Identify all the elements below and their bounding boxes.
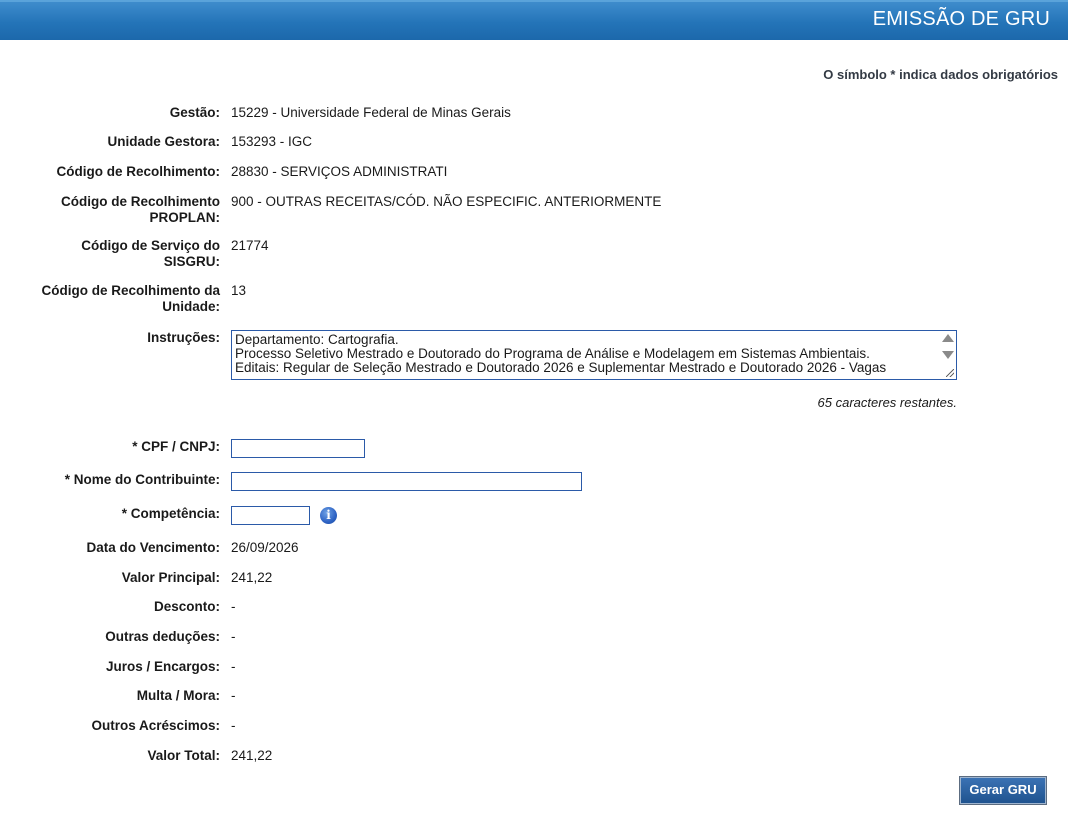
data-vencimento-value: 26/09/2026	[231, 540, 299, 555]
unidade-gestora-value: 153293 - IGC	[231, 134, 313, 149]
instrucoes-text: Departamento: Cartografia. Processo Sele…	[235, 333, 935, 375]
codigo-servico-sisgru-label: Código de Serviço do SISGRU:	[20, 238, 220, 270]
codigo-recolhimento-label: Código de Recolhimento:	[56, 164, 221, 179]
nome-contribuinte-input[interactable]	[231, 472, 582, 491]
outros-acrescimos-value: -	[231, 718, 236, 733]
outros-acrescimos-label: Outros Acréscimos:	[91, 718, 220, 733]
instrucoes-line: Editais: Regular de Seleção Mestrado e D…	[235, 360, 887, 375]
instrucoes-line: Departamento: Cartografia.	[235, 332, 399, 347]
instrucoes-textarea[interactable]: Departamento: Cartografia. Processo Sele…	[231, 330, 957, 380]
cpf-cnpj-input[interactable]	[231, 439, 365, 458]
scroll-down-arrow-icon[interactable]	[942, 351, 954, 359]
scroll-up-arrow-icon[interactable]	[942, 334, 954, 342]
nome-contribuinte-label: * Nome do Contribuinte:	[64, 472, 220, 487]
codigo-recolhimento-proplan-label-line1: Código de Recolhimento	[60, 194, 220, 209]
characters-remaining: 65 caracteres restantes.	[817, 395, 957, 410]
unidade-gestora-label: Unidade Gestora:	[107, 134, 220, 149]
outras-deducoes-label: Outras deduções:	[105, 629, 220, 644]
gerar-gru-button[interactable]: Gerar GRU	[960, 777, 1046, 804]
codigo-servico-sisgru-label-line2: SISGRU:	[163, 254, 220, 269]
codigo-recolhimento-proplan-label-line2: PROPLAN:	[149, 210, 221, 225]
desconto-value: -	[231, 599, 236, 614]
data-vencimento-label: Data do Vencimento:	[86, 540, 220, 555]
required-fields-note: O símbolo * indica dados obrigatórios	[823, 67, 1058, 82]
competencia-input[interactable]	[231, 506, 310, 525]
juros-encargos-value: -	[231, 659, 236, 674]
codigo-recolhimento-proplan-label: Código de Recolhimento PROPLAN:	[20, 194, 220, 226]
gestao-label: Gestão:	[169, 105, 220, 120]
codigo-recolhimento-value: 28830 - SERVIÇOS ADMINISTRATI	[231, 164, 448, 179]
desconto-label: Desconto:	[153, 599, 220, 614]
resize-grip-icon[interactable]	[946, 369, 954, 377]
page-header: EMISSÃO DE GRU	[0, 0, 1068, 40]
info-icon[interactable]: i	[320, 507, 337, 524]
codigo-recolhimento-unidade-label-line1: Código de Recolhimento da	[41, 283, 220, 298]
multa-mora-label: Multa / Mora:	[136, 688, 220, 703]
codigo-servico-sisgru-value: 21774	[231, 238, 269, 253]
valor-total-label: Valor Total:	[147, 748, 220, 763]
codigo-recolhimento-unidade-label: Código de Recolhimento da Unidade:	[20, 283, 220, 315]
competencia-label: * Competência:	[121, 506, 220, 521]
instrucoes-label: Instruções:	[147, 330, 220, 345]
valor-principal-label: Valor Principal:	[121, 570, 220, 585]
cpf-cnpj-label: * CPF / CNPJ:	[132, 439, 220, 454]
juros-encargos-label: Juros / Encargos:	[105, 659, 220, 674]
valor-principal-value: 241,22	[231, 570, 273, 585]
codigo-recolhimento-unidade-label-line2: Unidade:	[162, 299, 220, 314]
instrucoes-line: Processo Seletivo Mestrado e Doutorado d…	[235, 346, 870, 361]
page-title: EMISSÃO DE GRU	[872, 8, 1050, 30]
multa-mora-value: -	[231, 688, 236, 703]
outras-deducoes-value: -	[231, 629, 236, 644]
gestao-value: 15229 - Universidade Federal de Minas Ge…	[231, 105, 511, 120]
codigo-recolhimento-proplan-value: 900 - OUTRAS RECEITAS/CÓD. NÃO ESPECIFIC…	[231, 194, 662, 209]
valor-total-value: 241,22	[231, 748, 273, 763]
codigo-recolhimento-unidade-value: 13	[231, 283, 247, 298]
codigo-servico-sisgru-label-line1: Código de Serviço do	[81, 238, 220, 253]
